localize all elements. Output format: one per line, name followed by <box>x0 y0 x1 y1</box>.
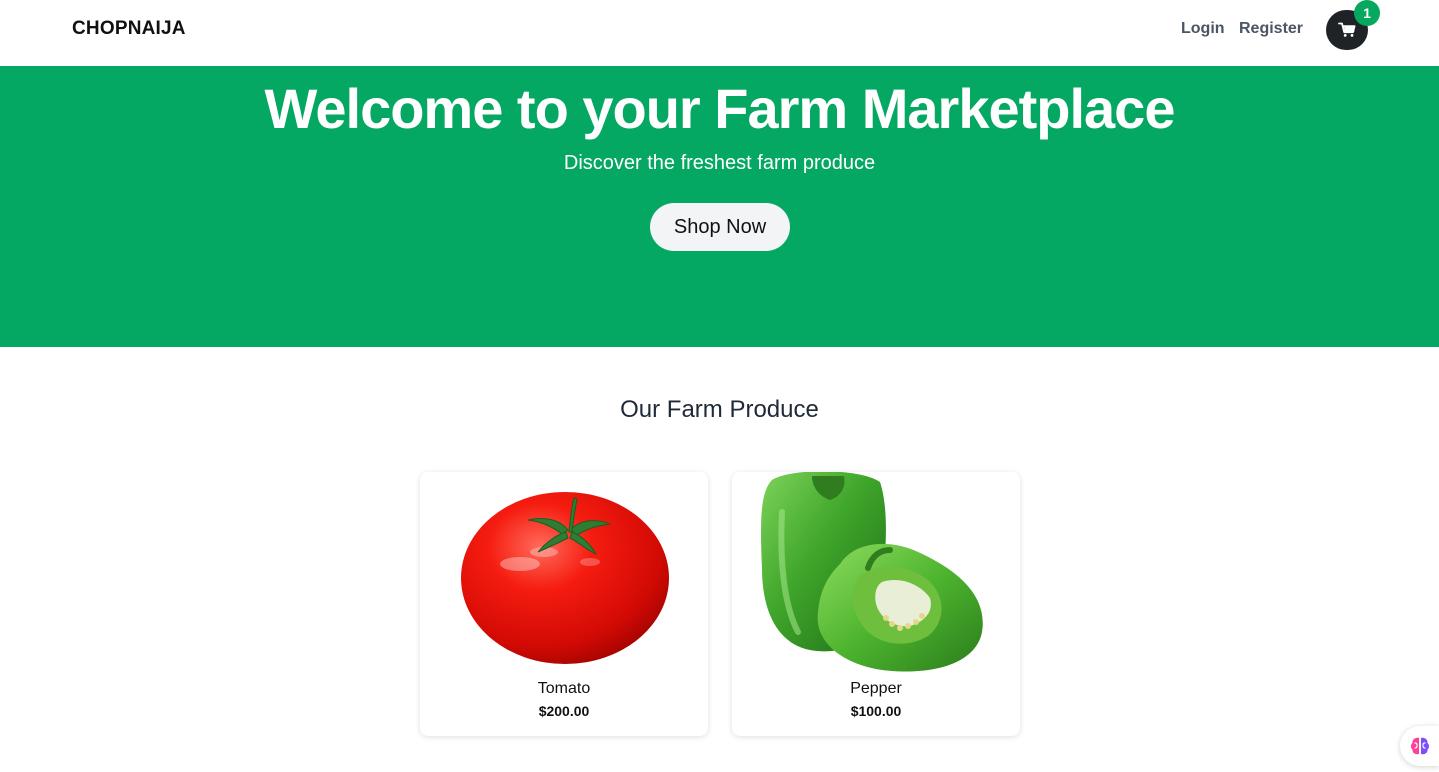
assistant-widget-button[interactable] <box>1400 726 1439 766</box>
login-link[interactable]: Login <box>1181 20 1225 38</box>
hero-title: Welcome to your Farm Marketplace <box>264 77 1176 140</box>
product-card-pepper[interactable]: Pepper $100.00 <box>732 472 1020 736</box>
tomato-image <box>461 492 669 664</box>
shop-now-button[interactable]: Shop Now <box>650 203 790 251</box>
brain-icon <box>1410 737 1429 755</box>
register-link[interactable]: Register <box>1239 20 1303 38</box>
cart-icon <box>1338 22 1356 37</box>
product-price: $100.00 <box>850 703 902 719</box>
navbar: CHOPNAIJA Login Register 1 <box>0 0 1439 66</box>
product-card-tomato[interactable]: Tomato $200.00 <box>420 472 708 736</box>
hero-banner: Welcome to your Farm Marketplace Discove… <box>0 66 1439 347</box>
cart-count-badge: 1 <box>1354 0 1380 26</box>
pepper-image <box>761 472 983 672</box>
brand-logo[interactable]: CHOPNAIJA <box>72 18 186 40</box>
products-section-title: Our Farm Produce <box>620 396 819 423</box>
hero-subtitle: Discover the freshest farm produce <box>563 152 876 174</box>
product-name: Tomato <box>537 680 591 697</box>
product-price: $200.00 <box>538 703 590 719</box>
product-name: Pepper <box>850 680 902 697</box>
